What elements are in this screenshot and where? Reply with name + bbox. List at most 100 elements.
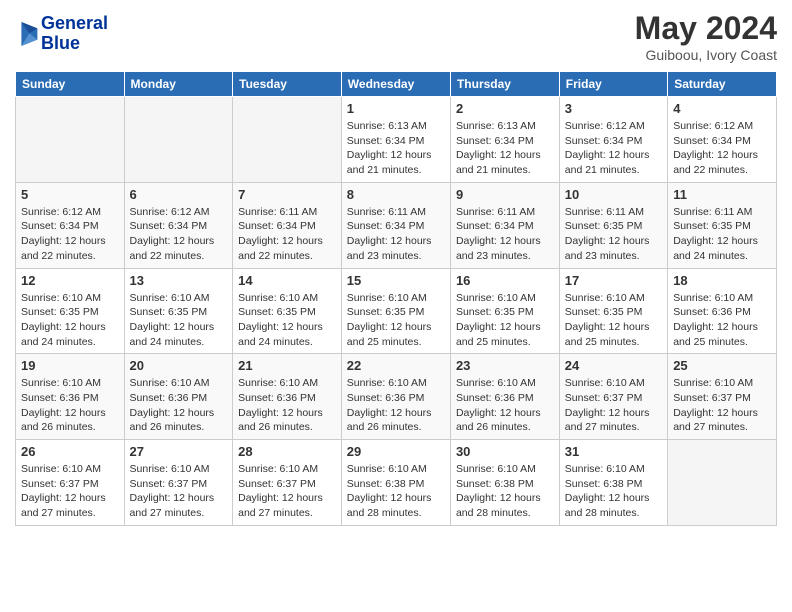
day-number: 17 [565,273,662,288]
calendar-table: SundayMondayTuesdayWednesdayThursdayFrid… [15,71,777,526]
day-number: 22 [347,358,445,373]
calendar-cell: 28Sunrise: 6:10 AM Sunset: 6:37 PM Dayli… [233,440,342,526]
day-number: 13 [130,273,228,288]
calendar-cell: 25 Sunrise: 6:10 AM Sunset: 6:37 PM Dayli… [668,354,777,440]
calendar-cell: 29Sunrise: 6:10 AM Sunset: 6:38 PM Dayli… [341,440,450,526]
header: General Blue May 2024 Guiboou, Ivory Coa… [15,10,777,63]
calendar-cell [233,97,342,183]
day-number: 27 [130,444,228,459]
day-number: 30 [456,444,554,459]
day-info: Sunrise: 6:12 AM Sunset: 6:34 PM Dayligh… [673,119,771,178]
calendar-cell: 1 Sunrise: 6:13 AM Sunset: 6:34 PM Daylig… [341,97,450,183]
day-info: Sunrise: 6:13 AM Sunset: 6:34 PM Dayligh… [347,119,445,178]
day-info: Sunrise: 6:11 AM Sunset: 6:34 PM Dayligh… [456,205,554,264]
calendar-cell: 12Sunrise: 6:10 AM Sunset: 6:35 PM Dayli… [16,268,125,354]
calendar-cell: 22 Sunrise: 6:10 AM Sunset: 6:36 PM Dayli… [341,354,450,440]
calendar-cell [668,440,777,526]
day-info: Sunrise: 6:12 AM Sunset: 6:34 PM Dayligh… [21,205,119,264]
calendar-cell: 26 Sunrise: 6:10 AM Sunset: 6:37 PM Dayli… [16,440,125,526]
day-number: 3 [565,101,662,116]
calendar-cell: 11 Sunrise: 6:11 AM Sunset: 6:35 PM Dayli… [668,182,777,268]
weekday-header-monday: Monday [124,72,233,97]
day-number: 9 [456,187,554,202]
day-number: 2 [456,101,554,116]
calendar-cell: 2 Sunrise: 6:13 AM Sunset: 6:34 PM Daylig… [450,97,559,183]
day-info: Sunrise: 6:10 AM Sunset: 6:37 PM Dayligh… [673,376,771,435]
weekday-header-saturday: Saturday [668,72,777,97]
calendar-header-row: SundayMondayTuesdayWednesdayThursdayFrid… [16,72,777,97]
day-info: Sunrise: 6:10 AM Sunset: 6:35 PM Dayligh… [565,291,662,350]
calendar-cell: 6 Sunrise: 6:12 AM Sunset: 6:34 PM Daylig… [124,182,233,268]
calendar-week-4: 19 Sunrise: 6:10 AM Sunset: 6:36 PM Dayli… [16,354,777,440]
calendar-cell: 18 Sunrise: 6:10 AM Sunset: 6:36 PM Dayli… [668,268,777,354]
day-info: Sunrise: 6:10 AM Sunset: 6:35 PM Dayligh… [130,291,228,350]
weekday-header-sunday: Sunday [16,72,125,97]
day-info: Sunrise: 6:10 AM Sunset: 6:36 PM Dayligh… [21,376,119,435]
calendar-cell: 24 Sunrise: 6:10 AM Sunset: 6:37 PM Dayli… [559,354,667,440]
day-info: Sunrise: 6:11 AM Sunset: 6:35 PM Dayligh… [565,205,662,264]
day-info: Sunrise: 6:10 AM Sunset: 6:36 PM Dayligh… [130,376,228,435]
day-number: 8 [347,187,445,202]
calendar-week-1: 1 Sunrise: 6:13 AM Sunset: 6:34 PM Daylig… [16,97,777,183]
day-number: 5 [21,187,119,202]
logo-line2: Blue [41,34,108,54]
calendar-cell: 27 Sunrise: 6:10 AM Sunset: 6:37 PM Dayli… [124,440,233,526]
calendar-cell: 10 Sunrise: 6:11 AM Sunset: 6:35 PM Dayli… [559,182,667,268]
day-number: 25 [673,358,771,373]
day-number: 21 [238,358,336,373]
day-number: 20 [130,358,228,373]
day-info: Sunrise: 6:10 AM Sunset: 6:37 PM Dayligh… [21,462,119,521]
day-number: 24 [565,358,662,373]
location: Guiboou, Ivory Coast [635,47,777,63]
day-number: 18 [673,273,771,288]
day-info: Sunrise: 6:12 AM Sunset: 6:34 PM Dayligh… [130,205,228,264]
calendar-cell: 21 Sunrise: 6:10 AM Sunset: 6:36 PM Dayli… [233,354,342,440]
calendar-cell: 9 Sunrise: 6:11 AM Sunset: 6:34 PM Daylig… [450,182,559,268]
day-number: 14 [238,273,336,288]
calendar-week-3: 12Sunrise: 6:10 AM Sunset: 6:35 PM Dayli… [16,268,777,354]
day-info: Sunrise: 6:10 AM Sunset: 6:35 PM Dayligh… [347,291,445,350]
day-number: 11 [673,187,771,202]
day-info: Sunrise: 6:10 AM Sunset: 6:37 PM Dayligh… [130,462,228,521]
month-year: May 2024 [635,10,777,47]
calendar-cell: 13 Sunrise: 6:10 AM Sunset: 6:35 PM Dayli… [124,268,233,354]
day-number: 19 [21,358,119,373]
day-info: Sunrise: 6:10 AM Sunset: 6:38 PM Dayligh… [565,462,662,521]
calendar-cell: 5 Sunrise: 6:12 AM Sunset: 6:34 PM Daylig… [16,182,125,268]
calendar-cell: 3 Sunrise: 6:12 AM Sunset: 6:34 PM Daylig… [559,97,667,183]
day-info: Sunrise: 6:11 AM Sunset: 6:34 PM Dayligh… [238,205,336,264]
calendar-cell: 15Sunrise: 6:10 AM Sunset: 6:35 PM Dayli… [341,268,450,354]
calendar-cell: 30 Sunrise: 6:10 AM Sunset: 6:38 PM Dayli… [450,440,559,526]
logo: General Blue [15,14,108,54]
logo-icon [15,20,39,48]
weekday-header-thursday: Thursday [450,72,559,97]
calendar-cell: 4Sunrise: 6:12 AM Sunset: 6:34 PM Daylig… [668,97,777,183]
calendar-week-5: 26 Sunrise: 6:10 AM Sunset: 6:37 PM Dayli… [16,440,777,526]
day-info: Sunrise: 6:10 AM Sunset: 6:36 PM Dayligh… [347,376,445,435]
day-info: Sunrise: 6:12 AM Sunset: 6:34 PM Dayligh… [565,119,662,178]
day-number: 31 [565,444,662,459]
calendar-week-2: 5 Sunrise: 6:12 AM Sunset: 6:34 PM Daylig… [16,182,777,268]
day-info: Sunrise: 6:13 AM Sunset: 6:34 PM Dayligh… [456,119,554,178]
day-number: 6 [130,187,228,202]
day-number: 7 [238,187,336,202]
logo-line1: General [41,14,108,34]
calendar-cell: 23 Sunrise: 6:10 AM Sunset: 6:36 PM Dayli… [450,354,559,440]
calendar-cell: 7 Sunrise: 6:11 AM Sunset: 6:34 PM Daylig… [233,182,342,268]
calendar-cell: 19 Sunrise: 6:10 AM Sunset: 6:36 PM Dayli… [16,354,125,440]
day-number: 16 [456,273,554,288]
day-info: Sunrise: 6:10 AM Sunset: 6:38 PM Dayligh… [456,462,554,521]
calendar-cell [16,97,125,183]
day-number: 23 [456,358,554,373]
title-block: May 2024 Guiboou, Ivory Coast [635,10,777,63]
day-info: Sunrise: 6:11 AM Sunset: 6:35 PM Dayligh… [673,205,771,264]
day-number: 26 [21,444,119,459]
day-number: 10 [565,187,662,202]
day-info: Sunrise: 6:10 AM Sunset: 6:37 PM Dayligh… [565,376,662,435]
day-info: Sunrise: 6:10 AM Sunset: 6:36 PM Dayligh… [456,376,554,435]
day-info: Sunrise: 6:10 AM Sunset: 6:35 PM Dayligh… [21,291,119,350]
day-info: Sunrise: 6:10 AM Sunset: 6:36 PM Dayligh… [673,291,771,350]
day-info: Sunrise: 6:10 AM Sunset: 6:36 PM Dayligh… [238,376,336,435]
day-info: Sunrise: 6:10 AM Sunset: 6:35 PM Dayligh… [238,291,336,350]
day-number: 1 [347,101,445,116]
